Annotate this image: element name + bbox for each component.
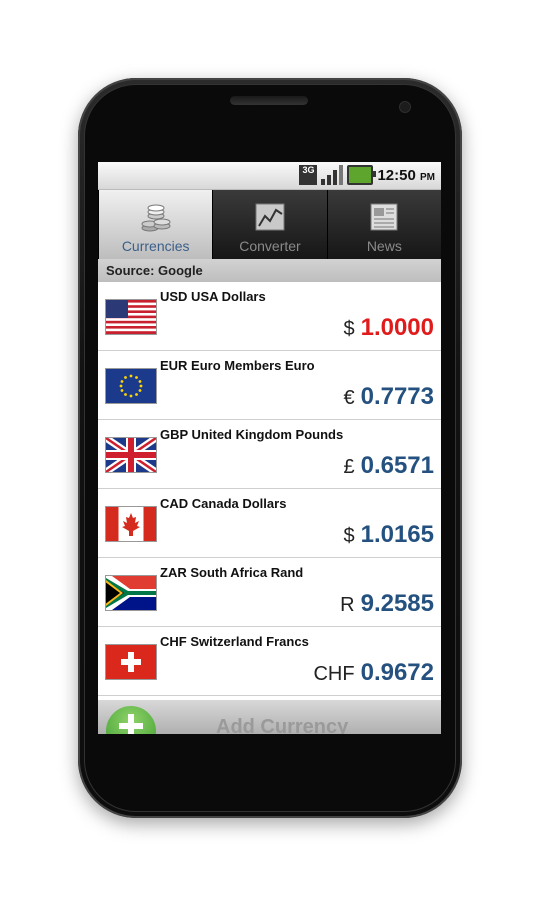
flag-uk-icon: [105, 437, 157, 473]
add-currency-label: Add Currency: [216, 716, 349, 734]
screen: 3G 12:50 PM Currencies Converter News So…: [98, 162, 441, 734]
currency-row-eur[interactable]: EUR Euro Members Euro €0.7773: [98, 351, 441, 420]
currency-amount: 9.2585: [360, 590, 434, 617]
flag-canada-icon: [105, 506, 157, 542]
tab-converter[interactable]: Converter: [212, 190, 327, 259]
currency-amount: 0.6571: [360, 452, 434, 479]
network-3g-icon: 3G: [299, 165, 318, 185]
clock-time: 12:50: [377, 166, 416, 184]
currency-symbol: R: [340, 594, 355, 616]
clock-ampm: PM: [420, 171, 435, 183]
tab-news[interactable]: News: [326, 190, 441, 259]
currency-row-gbp[interactable]: GBP United Kingdom Pounds £0.6571: [98, 420, 441, 489]
battery-icon: [347, 165, 377, 185]
currency-amount: 1.0000: [360, 314, 434, 341]
flag-south-africa-icon: [105, 575, 157, 611]
currency-symbol: $: [343, 318, 355, 340]
currency-amount: 0.7773: [360, 383, 434, 410]
signal-icon: [321, 165, 344, 185]
currency-amount: 0.9672: [360, 659, 434, 686]
currency-value: $1.0000: [343, 314, 434, 342]
tab-currencies-label: Currencies: [121, 238, 190, 254]
currency-value: CHF 0.9672: [313, 659, 434, 687]
currency-name: ZAR South Africa Rand: [160, 565, 304, 580]
currency-row-zar[interactable]: ZAR South Africa Rand R 9.2585: [98, 558, 441, 627]
currency-value: £0.6571: [343, 452, 434, 480]
currency-value: €0.7773: [343, 383, 434, 411]
earpiece-speaker: [230, 96, 308, 105]
source-label: Source: Google: [98, 259, 441, 282]
currency-symbol: $: [343, 525, 355, 547]
currency-row-usd[interactable]: USD USA Dollars $1.0000: [98, 282, 441, 351]
currency-name: CAD Canada Dollars: [160, 496, 287, 511]
currency-row-cad[interactable]: CAD Canada Dollars $1.0165: [98, 489, 441, 558]
flag-eu-icon: [105, 368, 157, 404]
flag-switzerland-icon: [105, 644, 157, 680]
tab-currencies[interactable]: Currencies: [98, 190, 213, 259]
tab-converter-label: Converter: [239, 238, 301, 254]
tab-news-label: News: [366, 238, 402, 254]
currency-symbol: €: [343, 387, 355, 409]
add-icon: [106, 706, 156, 734]
currency-symbol: CHF: [313, 663, 355, 685]
status-bar: 3G 12:50 PM: [98, 162, 441, 190]
currency-symbol: £: [343, 456, 355, 478]
flag-usa-icon: [105, 299, 157, 335]
currency-row-chf[interactable]: CHF Switzerland Francs CHF 0.9672: [98, 627, 441, 696]
currency-value: R 9.2585: [340, 590, 434, 618]
currency-name: GBP United Kingdom Pounds: [160, 427, 344, 442]
coins-icon: [141, 204, 171, 232]
newspaper-icon: [370, 203, 398, 231]
front-camera: [400, 102, 410, 112]
chart-icon: [255, 203, 285, 231]
status-clock: 12:50 PM: [377, 167, 435, 184]
add-currency-button[interactable]: Add Currency: [98, 700, 441, 734]
currency-name: EUR Euro Members Euro: [160, 358, 315, 373]
currency-value: $1.0165: [343, 521, 434, 549]
currency-amount: 1.0165: [360, 521, 434, 548]
tab-bar: Currencies Converter News: [98, 190, 441, 259]
currency-name: USD USA Dollars: [160, 289, 266, 304]
currency-name: CHF Switzerland Francs: [160, 634, 309, 649]
